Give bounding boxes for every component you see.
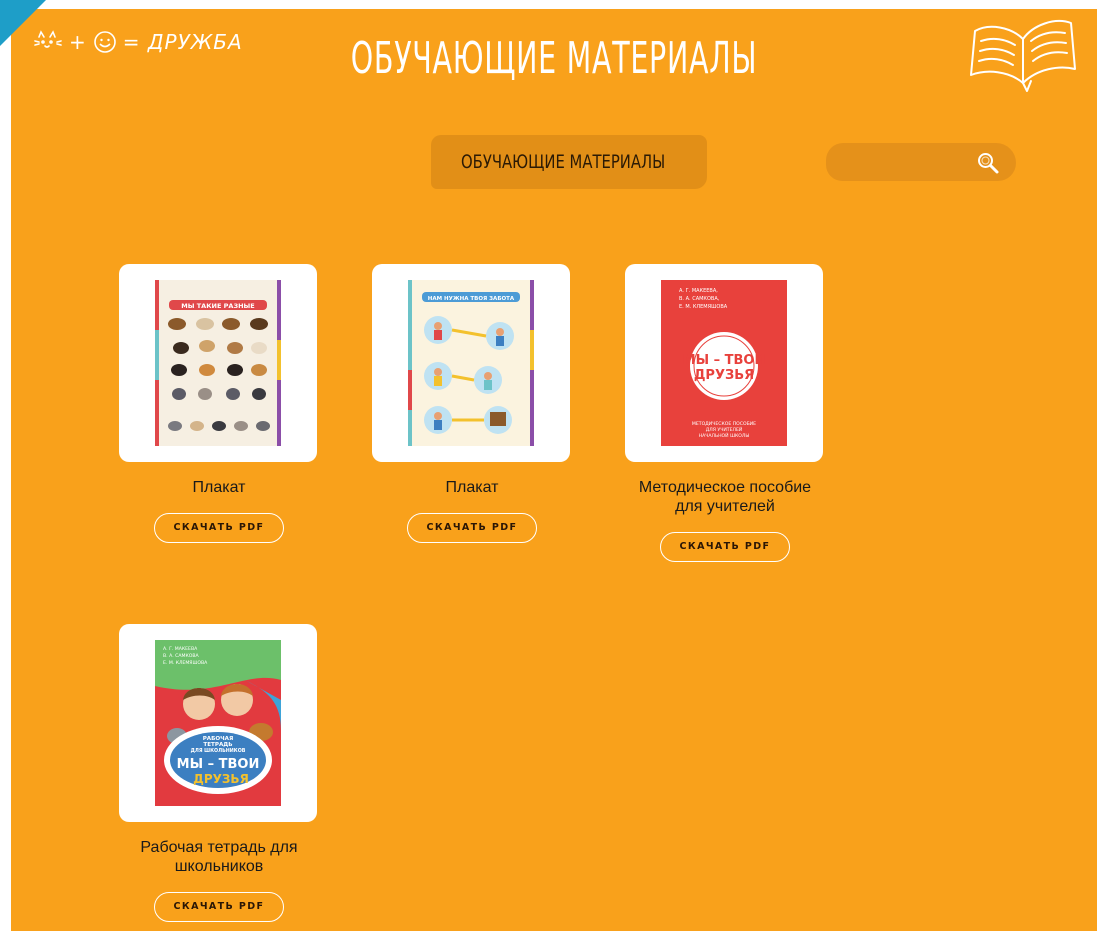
poster-heading: МЫ ТАКИЕ РАЗНЫЕ	[181, 302, 254, 310]
cover-kicker: ТЕТРАДЬ	[203, 742, 232, 748]
corner-ribbon	[0, 0, 46, 46]
poster-care-image: НАМ НУЖНА ТВОЯ ЗАБОТА	[408, 280, 534, 446]
cover-subtitle: ДЛЯ УЧИТЕЛЕЙ	[706, 426, 743, 433]
cover-author: Е. М. КЛЕМЯШОВА	[163, 660, 208, 666]
logo-plus: +	[69, 30, 87, 54]
cover-subtitle: НАЧАЛЬНОЙ ШКОЛЫ	[699, 432, 750, 439]
nav-tab-label: ОБУЧАЮЩИЕ МАТЕРИАЛЫ	[461, 151, 666, 173]
poster-heading: НАМ НУЖНА ТВОЯ ЗАБОТА	[428, 296, 515, 302]
cover-author: А. Г. МАКЕЕВА,	[679, 288, 718, 294]
material-card: А. Г. МАКЕЕВА В. А. САМКОВА Е. М. КЛЕМЯШ…	[119, 624, 319, 922]
open-book-icon	[970, 20, 1076, 92]
download-pdf-button[interactable]: СКАЧАТЬ PDF	[154, 513, 284, 543]
cover-subtitle: МЕТОДИЧЕСКОЕ ПОСОБИЕ	[692, 421, 756, 427]
teacher-guide-cover-image: А. Г. МАКЕЕВА, В. А. САМКОВА, Е. М. КЛЕМ…	[661, 280, 787, 446]
cover-title: МЫ – ТВОИ	[683, 353, 766, 368]
material-title: Плакат	[192, 479, 246, 496]
search-icon[interactable]	[976, 151, 1000, 175]
cover-author: В. А. САМКОВА	[163, 653, 199, 659]
material-title: Плакат	[445, 479, 499, 496]
cover-author: А. Г. МАКЕЕВА	[163, 646, 198, 652]
search-box[interactable]	[826, 143, 1016, 181]
cover-author: В. А. САМКОВА,	[679, 296, 720, 302]
download-pdf-button[interactable]: СКАЧАТЬ PDF	[660, 532, 790, 562]
material-thumbnail[interactable]: А. Г. МАКЕЕВА, В. А. САМКОВА, Е. М. КЛЕМ…	[625, 264, 823, 462]
material-thumbnail[interactable]: НАМ НУЖНА ТВОЯ ЗАБОТА	[372, 264, 570, 462]
download-pdf-button[interactable]: СКАЧАТЬ PDF	[407, 513, 537, 543]
material-thumbnail[interactable]: МЫ ТАКИЕ РАЗНЫЕ	[119, 264, 317, 462]
cover-title: МЫ – ТВОИ	[177, 757, 260, 772]
poster-dogs-image: МЫ ТАКИЕ РАЗНЫЕ	[155, 280, 281, 446]
cover-author: Е. М. КЛЕМЯШОВА	[679, 304, 728, 310]
nav-tab-materials[interactable]: ОБУЧАЮЩИЕ МАТЕРИАЛЫ	[431, 135, 707, 189]
page-title: ОБУЧАЮЩИЕ МАТЕРИАЛЫ	[350, 33, 758, 84]
material-card: МЫ ТАКИЕ РАЗНЫЕ Плакат СКАЧАТЬ PDF	[119, 264, 319, 543]
page: + = ДРУЖБА ОБУЧАЮЩИЕ МАТЕРИАЛЫ ОБУЧАЮЩИЕ…	[11, 9, 1097, 931]
smiley-icon	[93, 31, 116, 53]
workbook-cover-image: А. Г. МАКЕЕВА В. А. САМКОВА Е. М. КЛЕМЯШ…	[155, 640, 281, 806]
cover-title: ДРУЗЬЯ	[694, 368, 754, 383]
search-input[interactable]	[838, 149, 972, 177]
download-pdf-button[interactable]: СКАЧАТЬ PDF	[154, 892, 284, 922]
material-card: НАМ НУЖНА ТВОЯ ЗАБОТА Плакат СКАЧАТЬ PDF	[372, 264, 572, 543]
cover-kicker: ДЛЯ ШКОЛЬНИКОВ	[191, 748, 246, 754]
material-thumbnail[interactable]: А. Г. МАКЕЕВА В. А. САМКОВА Е. М. КЛЕМЯШ…	[119, 624, 317, 822]
cover-title: ДРУЗЬЯ	[193, 772, 249, 786]
material-title: Методическое пособие для учителей	[638, 479, 812, 515]
material-title: Рабочая тетрадь для школьников	[140, 839, 298, 875]
material-card: А. Г. МАКЕЕВА, В. А. САМКОВА, Е. М. КЛЕМ…	[625, 264, 825, 562]
